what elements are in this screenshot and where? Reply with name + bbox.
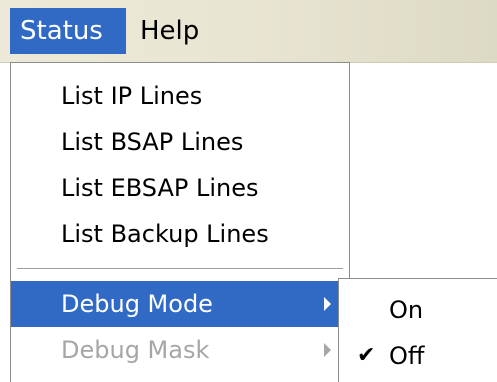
- submenu-item-on[interactable]: On: [339, 287, 497, 333]
- submenu-item-on-label: On: [389, 296, 424, 324]
- menu-item-debug-mask: Debug Mask: [11, 327, 349, 373]
- menu-item-list-ebsap-lines[interactable]: List EBSAP Lines: [11, 165, 349, 211]
- screen: Status Help List IP Lines List BSAP Line…: [0, 0, 497, 382]
- submenu-item-off[interactable]: ✔ Off: [339, 333, 497, 379]
- menu-status[interactable]: Status: [10, 8, 126, 54]
- menu-item-debug-mode[interactable]: Debug Mode: [11, 281, 349, 327]
- menu-item-list-backup-lines[interactable]: List Backup Lines: [11, 211, 349, 257]
- submenu-arrow-icon: [324, 343, 331, 357]
- checkmark-icon: ✔: [357, 343, 376, 368]
- menu-item-list-bsap-lines[interactable]: List BSAP Lines: [11, 119, 349, 165]
- menu-separator: [17, 268, 343, 270]
- menu-bar: Status Help: [0, 0, 497, 63]
- menu-item-list-ip-lines[interactable]: List IP Lines: [11, 73, 349, 119]
- submenu-arrow-icon: [324, 297, 331, 311]
- status-dropdown-menu: List IP Lines List BSAP Lines List EBSAP…: [10, 62, 350, 382]
- menu-item-debug-mode-label: Debug Mode: [61, 290, 213, 318]
- submenu-item-off-label: Off: [389, 342, 425, 370]
- menu-item-debug-mask-label: Debug Mask: [61, 336, 210, 364]
- menu-help[interactable]: Help: [130, 8, 222, 54]
- debug-mode-submenu: On ✔ Off: [338, 278, 497, 382]
